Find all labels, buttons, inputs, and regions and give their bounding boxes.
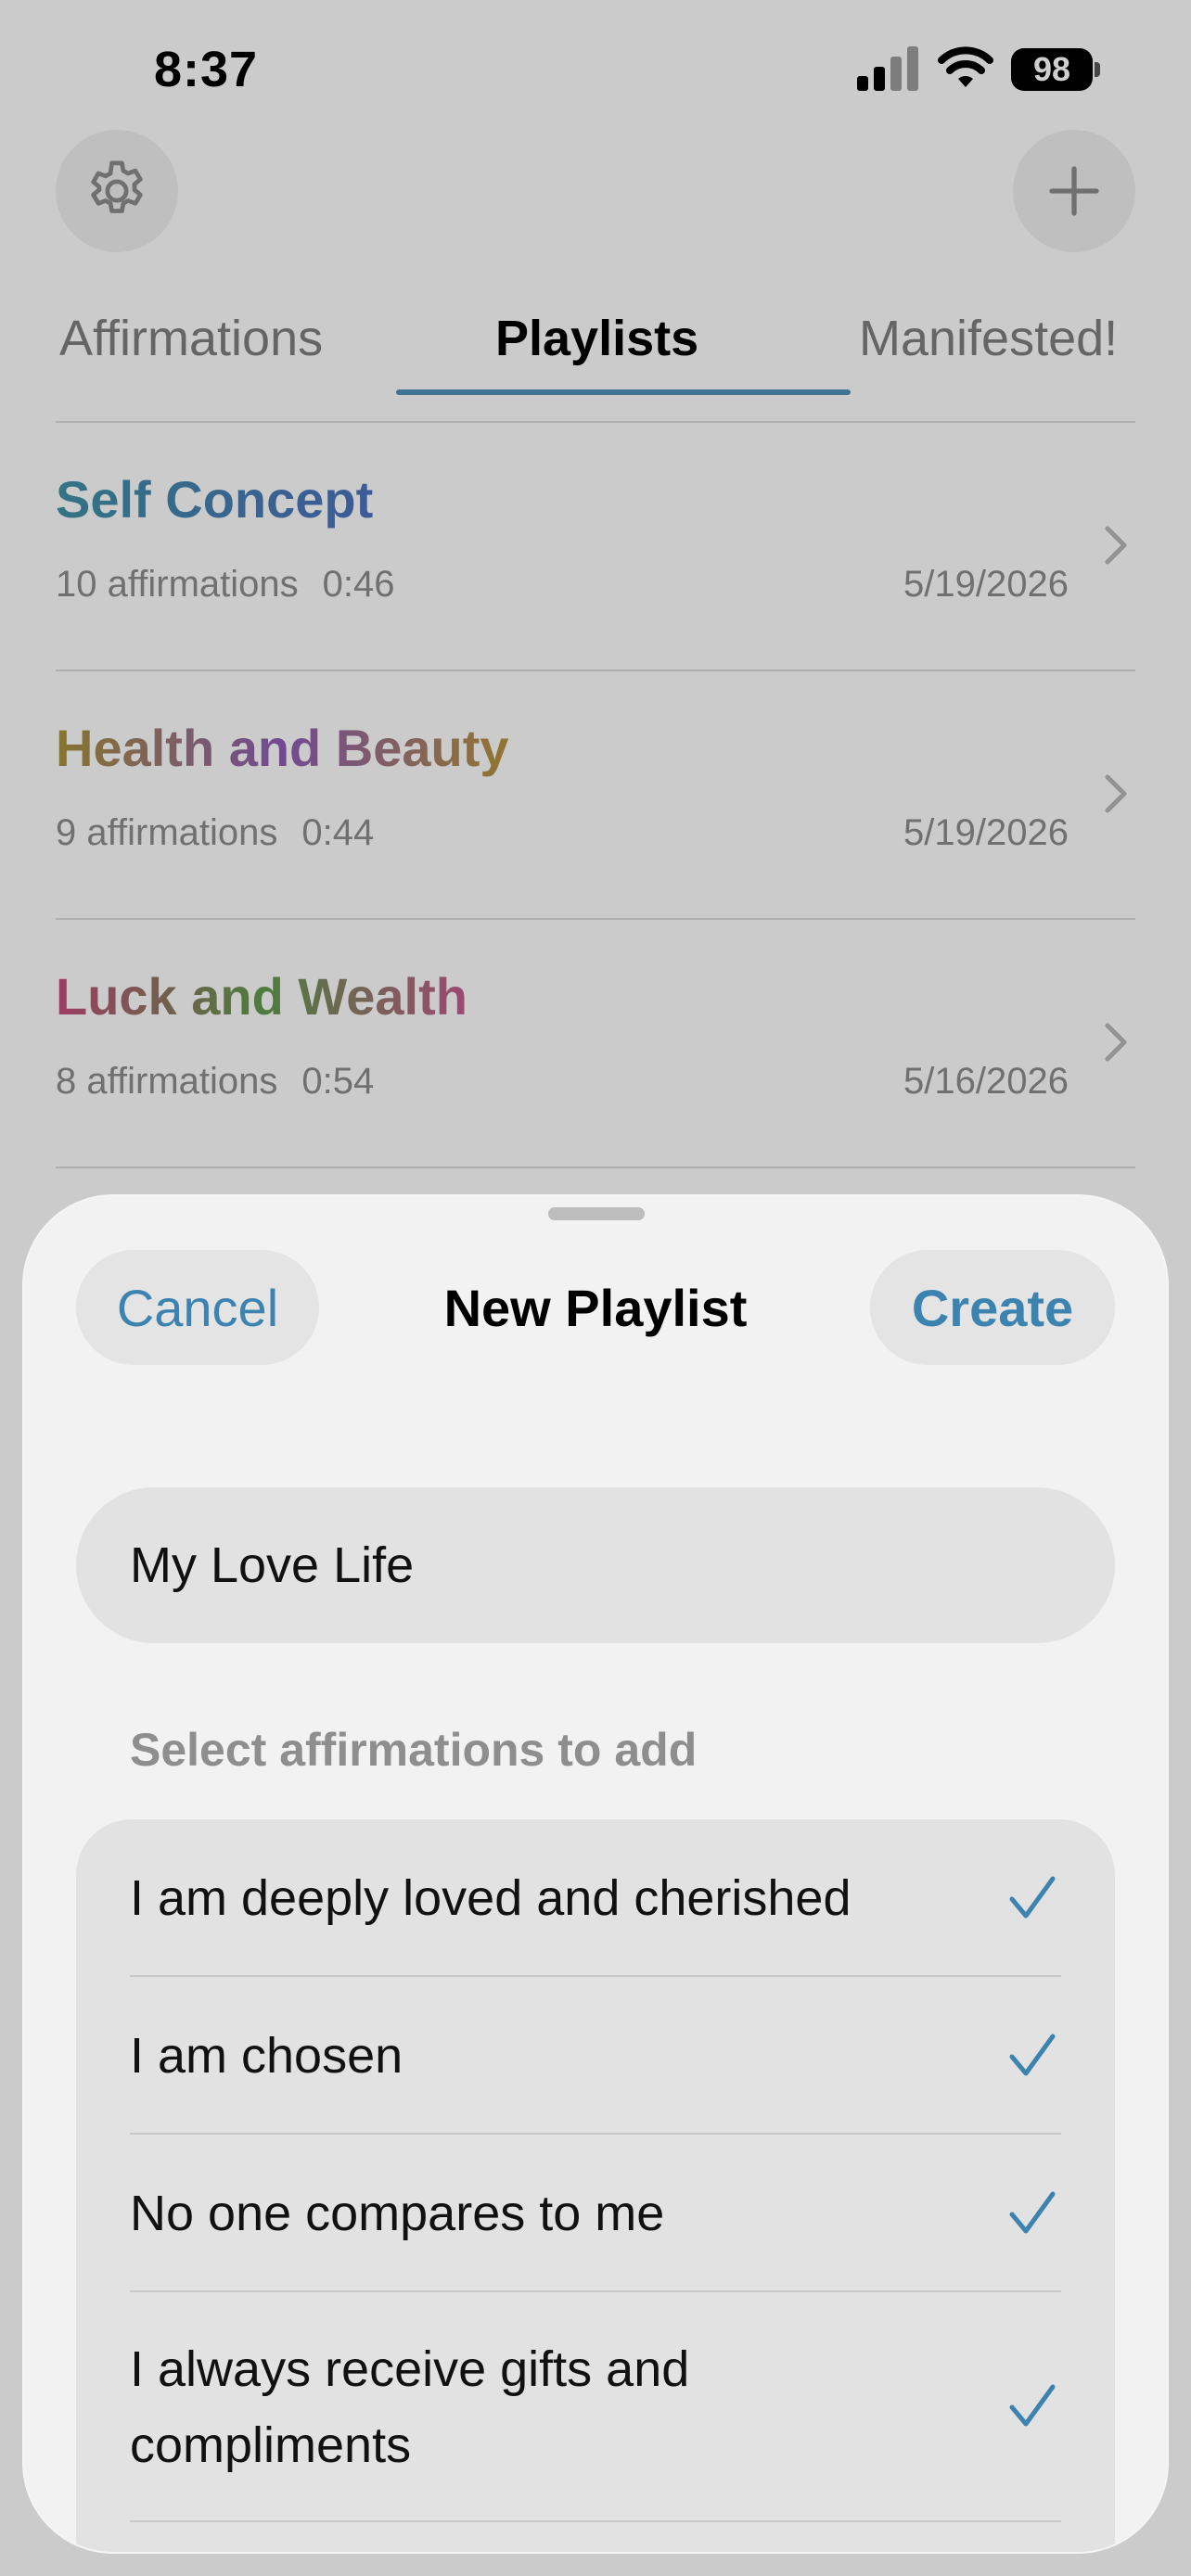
sheet-grabber[interactable] [548,1207,645,1220]
playlist-name-input[interactable]: My Love Life [76,1487,1115,1643]
section-label: Select affirmations to add [130,1724,698,1776]
list-item[interactable]: I am chosen [130,1977,1061,2135]
affirmation-list: I am deeply loved and cherished I am cho… [76,1819,1115,2552]
list-item[interactable]: I always receive gifts and compliments [130,2292,1061,2522]
checkmark-icon [1009,2034,1056,2076]
affirmation-text: No one compares to me [130,2186,665,2241]
new-playlist-sheet: Cancel New Playlist Create My Love Life … [24,1196,1167,2552]
list-item[interactable]: I am deeply loved and cherished [130,1819,1061,1977]
checkmark-icon [1009,2384,1056,2427]
affirmation-text: I am chosen [130,2028,403,2084]
affirmation-text: I am deeply loved and cherished [130,1870,852,1926]
affirmation-text: I always receive gifts and compliments [130,2341,690,2473]
checkmark-icon [1009,2191,1056,2234]
checkmark-icon [1009,1876,1056,1919]
list-item[interactable]: No one compares to me [130,2135,1061,2292]
create-button[interactable]: Create [870,1250,1115,1365]
